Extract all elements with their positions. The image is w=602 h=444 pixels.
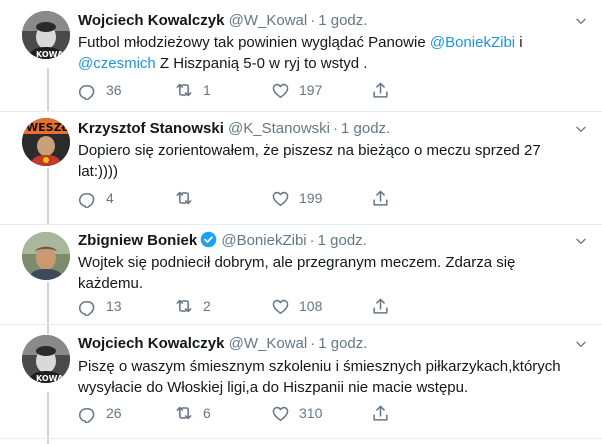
timestamp[interactable]: 1 godz. (341, 120, 390, 137)
text-segment: Futbol młodzieżowy tak powinien wyglądać… (78, 34, 430, 51)
share-button[interactable] (371, 296, 390, 316)
like-button[interactable]: 310 (271, 403, 322, 423)
reply-count: 26 (106, 405, 122, 421)
tweet[interactable]: KOWAL Wojciech Kowalczyk @W_Kowal · 1 godz… (0, 0, 602, 111)
share-icon (371, 404, 390, 423)
reply-button[interactable]: 13 (78, 296, 122, 316)
like-count: 310 (299, 405, 323, 421)
retweet-icon (174, 403, 194, 423)
avatar-image (22, 232, 70, 280)
share-button[interactable] (371, 80, 390, 100)
like-icon (271, 297, 290, 316)
separator: · (310, 335, 316, 352)
divider (0, 438, 602, 439)
retweet-button[interactable]: 6 (174, 403, 211, 423)
mention-link[interactable]: @BoniekZibi (430, 34, 515, 51)
verified-badge-icon (200, 231, 217, 248)
user-handle[interactable]: @BoniekZibi (221, 232, 306, 249)
share-icon (371, 297, 390, 316)
reply-icon (78, 81, 97, 100)
avatar[interactable]: KOWAL (22, 335, 70, 383)
caret-down-icon[interactable] (574, 234, 588, 248)
text-segment: Z Hiszpanią 5-0 w ryj to wstyd . (155, 55, 368, 72)
tweet-header: Wojciech Kowalczyk @W_Kowal · 1 godz. (78, 334, 367, 353)
retweet-icon (174, 188, 194, 208)
caret-down-icon[interactable] (574, 122, 588, 136)
separator: · (309, 232, 315, 249)
reply-button[interactable]: 4 (78, 188, 114, 208)
caret-down-icon[interactable] (574, 14, 588, 28)
timestamp[interactable]: 1 godz. (318, 335, 367, 352)
svg-text:WESZŁ: WESZŁ (26, 121, 69, 134)
share-icon (371, 189, 390, 208)
like-count: 199 (299, 190, 323, 206)
user-name[interactable]: Wojciech Kowalczyk (78, 335, 224, 352)
share-icon (371, 81, 390, 100)
like-count: 197 (299, 82, 323, 98)
like-button[interactable]: 197 (271, 80, 322, 100)
text-segment: Dopiero się zorientowałem, że piszesz na… (78, 142, 541, 180)
mention-link[interactable]: @czesmich (78, 55, 156, 72)
reply-button[interactable]: 26 (78, 403, 122, 423)
share-button[interactable] (371, 188, 390, 208)
avatar[interactable]: WESZŁ (22, 118, 70, 166)
user-handle[interactable]: @K_Stanowski (228, 120, 330, 137)
user-handle[interactable]: @W_Kowal (229, 335, 308, 352)
like-icon (271, 404, 290, 423)
text-segment: i (515, 34, 523, 51)
like-icon (271, 189, 290, 208)
tweet[interactable]: KOWAL Wojciech Kowalczyk @W_Kowal · 1 godz… (0, 325, 602, 444)
retweet-count: 1 (203, 82, 211, 98)
tweet-header: Wojciech Kowalczyk @W_Kowal · 1 godz. (78, 11, 367, 30)
avatar-image: KOWAL (22, 335, 70, 383)
svg-text:KOWAL: KOWAL (36, 50, 68, 59)
separator: · (333, 120, 338, 137)
timestamp[interactable]: 1 godz. (318, 232, 367, 249)
retweet-icon (174, 296, 194, 316)
like-icon (271, 81, 290, 100)
timestamp[interactable]: 1 godz. (318, 12, 367, 29)
avatar-image: KOWAL (22, 11, 70, 59)
separator: · (310, 12, 316, 29)
tweet-text: Wojtek się podniecił dobrym, ale przegra… (78, 252, 583, 294)
retweet-count: 6 (203, 405, 211, 421)
user-name[interactable]: Zbigniew Boniek (78, 232, 197, 249)
text-segment: Piszę o waszym śmiesznym szkoleniu i śmi… (78, 358, 561, 396)
tweet-text: Dopiero się zorientowałem, że piszesz na… (78, 140, 583, 182)
retweet-count: 2 (203, 298, 211, 314)
tweet-text: Piszę o waszym śmiesznym szkoleniu i śmi… (78, 356, 583, 398)
reply-count: 36 (106, 82, 122, 98)
tweet[interactable]: WESZŁ Krzysztof Stanowski @K_Stanowski · 1… (0, 112, 602, 224)
reply-count: 13 (106, 298, 122, 314)
tweet-text: Futbol młodzieżowy tak powinien wyglądać… (78, 32, 583, 74)
retweet-icon (174, 80, 194, 100)
tweet[interactable]: Zbigniew Boniek @BoniekZibi · 1 godz. Wojt… (0, 225, 602, 336)
user-handle[interactable]: @W_Kowal (229, 12, 308, 29)
like-button[interactable]: 108 (271, 296, 322, 316)
reply-button[interactable]: 36 (78, 80, 122, 100)
svg-text:KOWAL: KOWAL (36, 374, 68, 383)
tweet-header: Zbigniew Boniek @BoniekZibi · 1 godz. (78, 231, 367, 250)
reply-icon (78, 189, 97, 208)
like-button[interactable]: 199 (271, 188, 322, 208)
retweet-button[interactable]: 1 (174, 80, 211, 100)
share-button[interactable] (371, 403, 390, 423)
reply-icon (78, 404, 97, 423)
reply-icon (78, 297, 97, 316)
user-name[interactable]: Wojciech Kowalczyk (78, 12, 224, 29)
tweet-header: Krzysztof Stanowski @K_Stanowski · 1 godz. (78, 119, 390, 138)
like-count: 108 (299, 298, 323, 314)
retweet-button[interactable] (174, 188, 203, 208)
text-segment: Wojtek się podniecił dobrym, ale przegra… (78, 254, 516, 292)
avatar[interactable]: KOWAL (22, 11, 70, 59)
avatar[interactable] (22, 232, 70, 280)
retweet-button[interactable]: 2 (174, 296, 211, 316)
reply-count: 4 (106, 190, 114, 206)
caret-down-icon[interactable] (574, 337, 588, 351)
avatar-image: WESZŁ (22, 118, 70, 166)
user-name[interactable]: Krzysztof Stanowski (78, 120, 224, 137)
